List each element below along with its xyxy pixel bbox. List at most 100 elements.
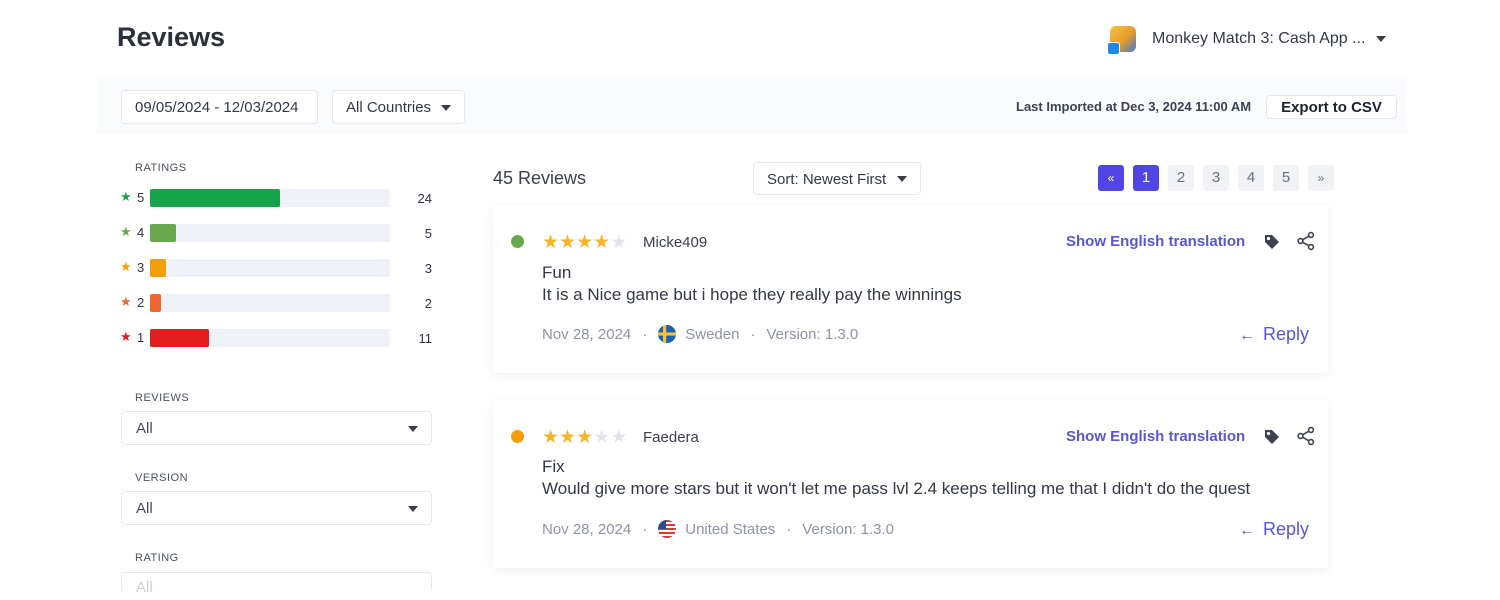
review-title: Fix: [542, 457, 565, 476]
review-version: Version: 1.3.0: [802, 520, 895, 538]
rating-row-1[interactable]: ★ 1 11: [120, 329, 440, 347]
review-status-dot: [511, 235, 524, 248]
app-icon: [1107, 26, 1136, 55]
rating-count: 5: [424, 226, 432, 241]
tag-icon[interactable]: [1263, 233, 1281, 251]
review-stars: ★★★★★: [542, 426, 627, 449]
meta-separator: ·: [750, 325, 756, 343]
review-stars: ★★★★★: [542, 231, 627, 254]
meta-separator: ·: [642, 325, 648, 343]
review-author: Faedera: [643, 429, 699, 446]
chevron-down-icon: [897, 176, 907, 182]
rating-bar-fill: [150, 189, 280, 207]
share-icon[interactable]: [1296, 426, 1316, 446]
rating-bar-fill: [150, 259, 166, 277]
rating-bar-track: [150, 189, 390, 207]
chevron-down-icon: [408, 426, 418, 432]
sweden-flag-icon: [658, 325, 677, 343]
sort-select[interactable]: Sort: Newest First: [753, 162, 921, 195]
star-icon: ★: [120, 294, 132, 309]
rating-count: 2: [424, 296, 432, 311]
chevron-down-icon: [441, 105, 451, 111]
review-country: Sweden: [685, 325, 740, 343]
tag-icon[interactable]: [1263, 428, 1281, 446]
sort-value: Sort: Newest First: [767, 171, 887, 188]
review-body: It is a Nice game but i hope they really…: [542, 285, 962, 304]
version-filter-select[interactable]: All: [121, 491, 432, 525]
review-body: Would give more stars but it won't let m…: [542, 479, 1251, 498]
star-filled-icon: ★: [593, 232, 611, 253]
app-store-badge-icon: [1107, 42, 1120, 55]
ratings-label: RATINGS: [135, 162, 187, 174]
pagination-first-button[interactable]: «: [1098, 165, 1124, 191]
rating-row-2[interactable]: ★ 2 2: [120, 294, 440, 312]
pagination-page-3[interactable]: 3: [1203, 165, 1229, 191]
star-icon: ★: [120, 224, 132, 239]
rating-stars: 4: [137, 225, 145, 240]
rating-stars: 3: [137, 260, 145, 275]
star-empty-icon: ★: [593, 427, 611, 448]
rating-filter-select[interactable]: All: [121, 572, 432, 596]
rating-count: 11: [418, 331, 433, 346]
review-version: Version: 1.3.0: [766, 325, 859, 343]
pagination-page-4[interactable]: 4: [1238, 165, 1264, 191]
last-imported-text: Last Imported at Dec 3, 2024 11:00 AM: [1016, 99, 1252, 114]
rating-bar-fill: [150, 224, 177, 242]
pagination-next-button[interactable]: »: [1308, 165, 1334, 191]
export-csv-button[interactable]: Export to CSV: [1266, 95, 1397, 119]
rating-bar-track: [150, 224, 390, 242]
rating-count: 24: [417, 191, 432, 206]
us-flag-icon: [658, 520, 677, 538]
rating-bar-track: [150, 329, 390, 347]
chevron-down-icon: [1376, 36, 1386, 42]
rating-filter-label: RATING: [135, 552, 179, 564]
country-select-value: All Countries: [346, 99, 432, 116]
version-filter-label: VERSION: [135, 472, 189, 484]
reviews-filter-select[interactable]: All: [121, 411, 432, 445]
review-meta: Nov 28, 2024 · United States · Version: …: [542, 520, 894, 538]
star-icon: ★: [120, 329, 132, 344]
review-country: United States: [685, 520, 776, 538]
show-translation-link[interactable]: Show English translation: [1066, 428, 1245, 445]
review-card: ★★★★★ Faedera Show English translation F…: [493, 400, 1328, 568]
review-date: Nov 28, 2024: [542, 520, 632, 538]
rating-row-5[interactable]: ★ 5 24: [120, 189, 440, 207]
share-icon[interactable]: [1296, 231, 1316, 251]
reviews-filter-label: REVIEWS: [135, 392, 190, 404]
arrow-left-icon: ←: [1239, 327, 1255, 344]
pagination-page-2[interactable]: 2: [1168, 165, 1194, 191]
rating-stars: 5: [137, 190, 145, 205]
review-date: Nov 28, 2024: [542, 325, 632, 343]
review-author: Micke409: [643, 234, 708, 251]
rating-filter-value: All: [136, 579, 153, 596]
reply-label: Reply: [1263, 324, 1310, 344]
rating-row-4[interactable]: ★ 4 5: [120, 224, 440, 242]
review-title: Fun: [542, 263, 572, 282]
version-filter-value: All: [136, 500, 153, 517]
pagination-page-1[interactable]: 1: [1133, 165, 1159, 191]
page-title: Reviews: [117, 22, 226, 52]
show-translation-link[interactable]: Show English translation: [1066, 233, 1245, 250]
review-meta: Nov 28, 2024 · Sweden · Version: 1.3.0: [542, 325, 858, 343]
pagination-page-5[interactable]: 5: [1273, 165, 1299, 191]
country-select[interactable]: All Countries: [332, 90, 465, 124]
chevron-down-icon: [408, 506, 418, 512]
rating-bar-fill: [150, 329, 209, 347]
reply-button[interactable]: ← Reply: [1239, 519, 1309, 540]
review-card: ★★★★★ Micke409 Show English translation …: [493, 205, 1328, 373]
rating-bar-fill: [150, 294, 161, 312]
rating-count: 3: [424, 261, 432, 276]
reviews-filter-value: All: [136, 420, 153, 437]
rating-stars: 2: [137, 295, 145, 310]
app-selector[interactable]: Monkey Match 3: Cash App ...: [1098, 14, 1398, 64]
rating-bar-track: [150, 294, 390, 312]
star-filled-icon: ★: [559, 232, 577, 253]
star-filled-icon: ★: [542, 232, 560, 253]
rating-row-3[interactable]: ★ 3 3: [120, 259, 440, 277]
star-icon: ★: [120, 259, 132, 274]
reply-button[interactable]: ← Reply: [1239, 324, 1309, 345]
rating-bar-track: [150, 259, 390, 277]
star-filled-icon: ★: [542, 427, 560, 448]
date-range-picker[interactable]: 09/05/2024 - 12/03/2024: [121, 90, 318, 124]
app-name: Monkey Match 3: Cash App ...: [1152, 30, 1366, 47]
